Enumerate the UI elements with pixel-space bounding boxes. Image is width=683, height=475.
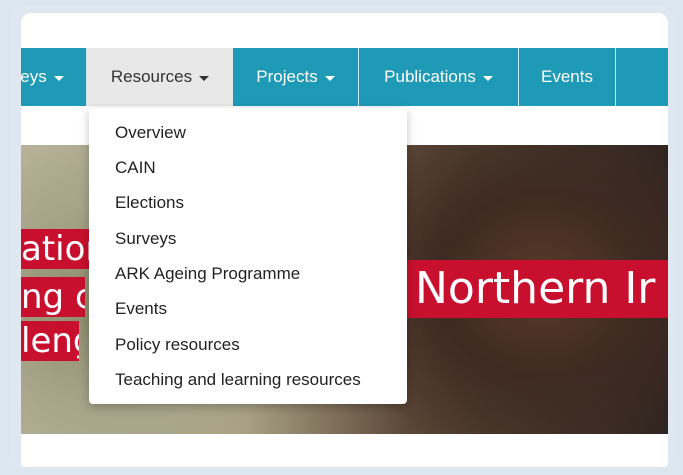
- nav-item-label: Resources: [110, 67, 193, 86]
- nav-item-label: Projects: [256, 67, 318, 86]
- dropdown-item-overview[interactable]: Overview: [115, 122, 186, 144]
- dropdown-item-surveys[interactable]: Surveys: [115, 228, 176, 250]
- dropdown-item-cain[interactable]: CAIN: [115, 157, 156, 179]
- nav-item-label: eys: [21, 67, 47, 86]
- resources-dropdown-menu: Overview CAIN Elections Surveys ARK Agei…: [89, 108, 407, 404]
- caret-down-icon: [53, 75, 64, 81]
- hero-banner-text: leng: [21, 321, 79, 361]
- dropdown-item-teaching-learning-resources[interactable]: Teaching and learning resources: [115, 369, 361, 391]
- nav-item-events[interactable]: Events: [519, 48, 615, 106]
- nav-divider: [615, 48, 616, 106]
- page-viewport: eys Resources Projects Publications Even…: [21, 13, 668, 467]
- dropdown-item-events[interactable]: Events: [115, 298, 167, 320]
- nav-item-label: Events: [541, 67, 593, 86]
- nav-item-projects[interactable]: Projects: [233, 48, 358, 106]
- nav-item-publications[interactable]: Publications: [359, 48, 518, 106]
- nav-item-label: Publications: [384, 67, 476, 86]
- dropdown-item-elections[interactable]: Elections: [115, 192, 184, 214]
- caret-down-icon: [324, 75, 335, 81]
- hero-banner-text: ation: [21, 229, 91, 269]
- caret-down-icon: [482, 75, 493, 81]
- dropdown-item-ark-ageing-programme[interactable]: ARK Ageing Programme: [115, 263, 300, 285]
- dropdown-item-policy-resources[interactable]: Policy resources: [115, 334, 240, 356]
- caret-down-icon: [199, 75, 210, 81]
- hero-banner-text: ng c: [21, 277, 85, 317]
- nav-item-resources[interactable]: Resources: [87, 48, 233, 106]
- nav-item-surveys[interactable]: eys: [21, 48, 71, 106]
- hero-banner-northern-ireland: Northern Ir: [405, 260, 668, 318]
- main-navbar: eys Resources Projects Publications Even…: [21, 48, 668, 106]
